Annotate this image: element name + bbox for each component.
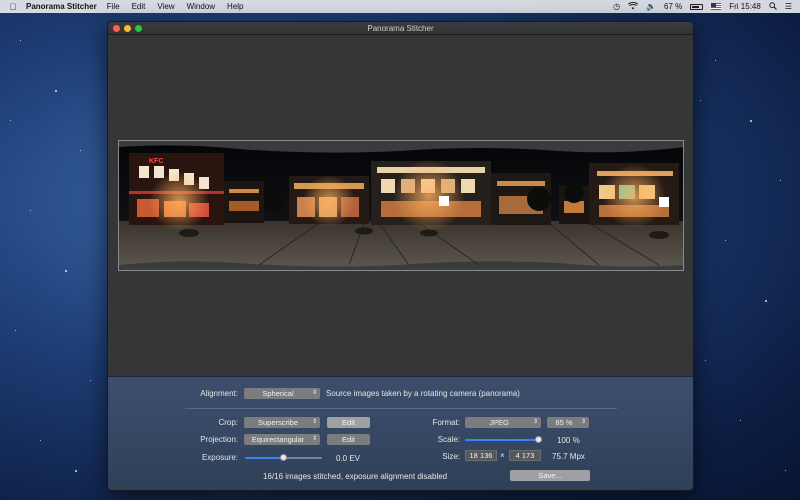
alignment-label: Alignment:: [200, 389, 238, 398]
panorama-preview-image: KFC: [118, 140, 684, 271]
alignment-popup[interactable]: Spherical ⇕: [244, 388, 320, 399]
svg-text:KFC: KFC: [149, 158, 163, 165]
alignment-description: Source images taken by a rotating camera…: [326, 389, 520, 398]
crop-edit-button[interactable]: Edit: [327, 417, 370, 428]
menu-clock[interactable]: Fri 15:48: [729, 2, 761, 11]
format-popup[interactable]: JPEG ⇕: [465, 417, 541, 428]
app-window: Panorama Stitcher KFC Alignment: Spheric…: [107, 21, 694, 491]
alignment-value: Spherical: [262, 389, 294, 398]
projection-popup[interactable]: Equirectangular ⇕: [244, 434, 320, 445]
size-height-field[interactable]: 4 173: [509, 450, 541, 461]
menu-view[interactable]: View: [157, 2, 174, 11]
format-label: Format:: [432, 418, 460, 427]
window-zoom-button[interactable]: [135, 25, 142, 32]
chevron-updown-icon: ⇕: [532, 419, 538, 425]
window-close-button[interactable]: [113, 25, 120, 32]
size-times-sign: ×: [500, 451, 505, 460]
exposure-label: Exposure:: [201, 453, 238, 462]
crop-popup[interactable]: Superscribe ⇕: [244, 417, 320, 428]
time-machine-icon[interactable]: ◷: [613, 2, 620, 11]
battery-icon[interactable]: [690, 3, 704, 10]
size-megapixels: 75.7 Mpx: [552, 452, 585, 461]
exposure-slider[interactable]: [245, 454, 322, 461]
size-label: Size:: [442, 452, 460, 461]
apple-menu-icon[interactable]: : [0, 2, 26, 12]
menu-file[interactable]: File: [107, 2, 120, 11]
spotlight-search-icon[interactable]: [769, 1, 777, 12]
chevron-updown-icon: ⇕: [311, 390, 317, 396]
quality-popup[interactable]: 85 % ⇕: [547, 417, 589, 428]
menu-app-name[interactable]: Panorama Stitcher: [26, 2, 97, 11]
window-titlebar[interactable]: Panorama Stitcher: [108, 22, 693, 35]
preview-canvas[interactable]: KFC: [108, 35, 693, 376]
chevron-updown-icon: ⇕: [311, 419, 317, 425]
scale-value: 100 %: [557, 436, 580, 445]
save-button[interactable]: Save...: [510, 470, 590, 481]
format-value: JPEG: [489, 418, 509, 427]
window-minimize-button[interactable]: [124, 25, 131, 32]
chevron-updown-icon: ⇕: [311, 436, 317, 442]
exposure-slider-fill: [245, 457, 284, 459]
crop-label: Crop:: [218, 418, 238, 427]
scale-slider[interactable]: [465, 436, 542, 443]
quality-value: 85 %: [555, 418, 573, 427]
wifi-icon[interactable]: [627, 1, 639, 12]
menu-window[interactable]: Window: [187, 2, 215, 11]
input-source-flag-icon[interactable]: [711, 3, 722, 10]
menu-edit[interactable]: Edit: [132, 2, 146, 11]
window-title: Panorama Stitcher: [367, 23, 434, 33]
menu-bar:  Panorama Stitcher File Edit View Windo…: [0, 0, 800, 13]
size-width-field[interactable]: 18 136: [465, 450, 497, 461]
projection-edit-button[interactable]: Edit: [327, 434, 370, 445]
battery-percent: 67 %: [664, 2, 683, 11]
chevron-updown-icon: ⇕: [580, 419, 586, 425]
projection-value: Equirectangular: [251, 435, 305, 444]
volume-icon[interactable]: 🔉: [646, 2, 656, 11]
settings-panel: Alignment: Spherical ⇕ Source images tak…: [108, 376, 693, 490]
crop-value: Superscribe: [257, 418, 299, 427]
notification-center-icon[interactable]: ☰: [785, 2, 792, 11]
exposure-value: 0.0 EV: [336, 454, 361, 463]
status-text: 16/16 images stitched, exposure alignmen…: [263, 472, 448, 481]
exposure-slider-knob[interactable]: [280, 454, 287, 461]
panel-divider: [185, 408, 617, 409]
projection-label: Projection:: [200, 435, 238, 444]
menu-help[interactable]: Help: [227, 2, 243, 11]
scale-slider-fill: [465, 439, 539, 441]
scale-label: Scale:: [437, 435, 460, 444]
scale-slider-knob[interactable]: [535, 436, 542, 443]
